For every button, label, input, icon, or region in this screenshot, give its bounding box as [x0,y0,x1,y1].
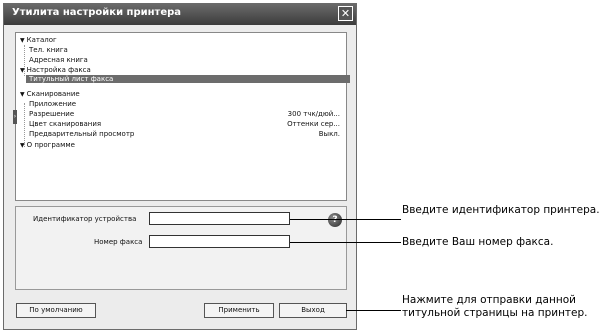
fax-number-field[interactable] [149,235,290,248]
tree-item-application[interactable]: Приложение [29,100,76,108]
expand-triangle-icon: ▼ [20,91,25,98]
title-bar: Утилита настройки принтера ✕ [4,4,356,25]
close-button[interactable]: ✕ [338,6,353,21]
device-id-field[interactable] [149,212,290,225]
tree-item-fax-settings[interactable]: ▼ Настройка факса [20,66,91,75]
default-button[interactable]: По умолчанию [16,303,96,318]
tree-item-preview[interactable]: Предварительный просмотр [29,130,134,138]
tree-item-scan-color[interactable]: Цвет сканирования [29,120,101,128]
tree-item-address-book[interactable]: Адресная книга [29,56,88,64]
apply-button[interactable]: Применить [204,303,274,318]
tree-item-fax-cover[interactable]: Титульный лист факса [26,75,350,83]
tree-item-catalog[interactable]: ▼ Каталог [20,36,57,45]
window-title: Утилита настройки принтера [12,7,182,18]
expand-triangle-icon: ▼ [20,142,25,149]
scan-color-value: Оттенки сер... [287,120,340,128]
exit-button[interactable]: Выход [279,303,347,318]
device-id-label: Идентификатор устройства [33,215,137,223]
send-callout: Нажмите для отправки данной титульной ст… [402,294,588,319]
printer-settings-window: Утилита настройки принтера ✕ ▼ Каталог Те… [3,3,357,330]
expand-triangle-icon: ▼ [20,37,25,44]
tree-item-phonebook[interactable]: Тел. книга [29,46,68,54]
expand-triangle-icon: ▼ [20,67,25,74]
help-icon[interactable]: ? [328,213,342,227]
resolution-value: 300 тчк/дюй... [287,110,340,118]
fax-number-callout: Введите Ваш номер факса. [402,236,554,248]
send-callout-line [346,310,401,311]
fax-number-label: Номер факса [94,238,143,246]
preview-value: Выкл. [318,130,340,138]
tree-item-about[interactable]: ▼ О программе [20,141,75,150]
fax-number-callout-line [290,242,401,243]
tree-item-scanning[interactable]: ▼ Сканирование [20,90,80,99]
panel-collapse-arrow-icon[interactable]: › [13,110,17,124]
device-id-callout-line [290,219,401,220]
tree-item-resolution[interactable]: Разрешение [29,110,74,118]
device-id-callout: Введите идентификатор принтера. [402,204,600,216]
settings-tree: ▼ Каталог Тел. книга Адресная книга ▼ Наст… [15,32,350,201]
